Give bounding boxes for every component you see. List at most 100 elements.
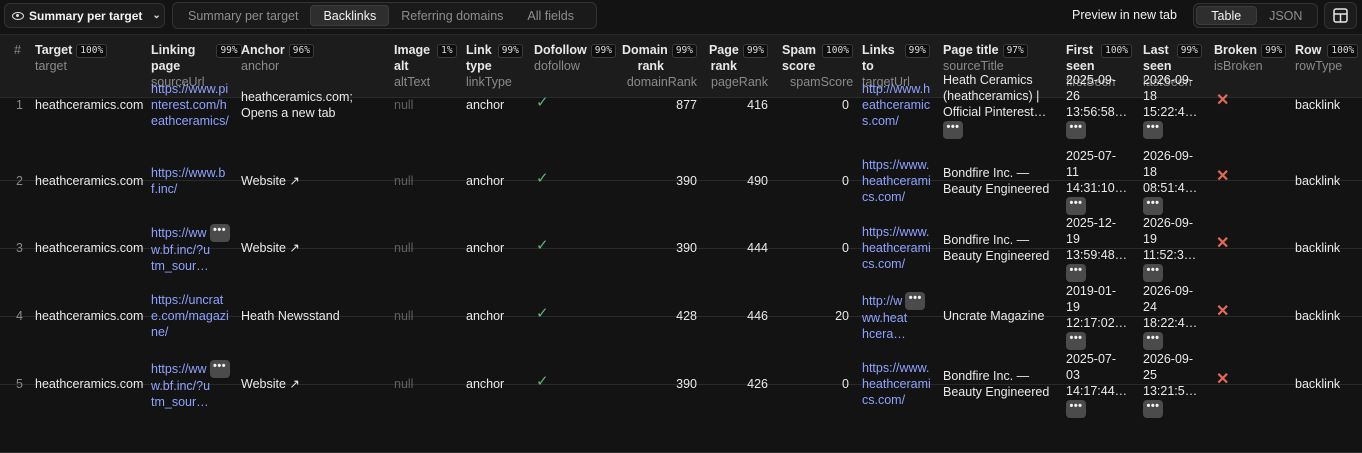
page-rank-cell: 490 <box>704 173 768 189</box>
row-type-cell-line: backlink <box>1295 241 1341 255</box>
check-icon: ✓ <box>536 238 549 254</box>
ellipsis-icon[interactable]: ••• <box>1143 120 1163 139</box>
check-icon: ✓ <box>536 171 549 187</box>
table-view-button[interactable]: Table <box>1196 6 1257 25</box>
first-seen-cell: 2019-01- 19 12:17:02… ••• <box>1066 283 1127 350</box>
first-seen-cell-line: 14:17:44… <box>1066 383 1128 398</box>
ellipsis-icon[interactable]: ••• <box>209 224 230 242</box>
spam-score-cell-line: 0 <box>842 98 849 112</box>
column-header-page-title[interactable]: Page title 97% sourceTitle <box>943 42 1028 74</box>
column-header-dofollow[interactable]: Dofollow 99% dofollow <box>534 42 616 74</box>
target-cell-line: heathceramics.com <box>35 309 144 323</box>
summary-per-target-dropdown[interactable]: Summary per target ⌄ <box>4 3 165 28</box>
anchor-cell: heathceramics.com; Opens a new tab <box>241 89 353 121</box>
linking-page-link[interactable]: https://ww ••• w.bf.inc/?u tm_sour… <box>151 360 230 410</box>
cross-icon-line: ✕ <box>1216 303 1230 320</box>
ellipsis-icon[interactable]: ••• <box>1066 196 1086 215</box>
linking-page-link-line: nterest.com/h <box>151 98 227 112</box>
eye-icon <box>12 11 24 20</box>
layout-toggle-button[interactable] <box>1324 2 1357 29</box>
first-seen-cell: 2025-07- 03 14:17:44… ••• <box>1066 351 1127 418</box>
check-icon-line: ✓ <box>536 237 549 254</box>
ellipsis-icon[interactable]: ••• <box>1066 120 1086 139</box>
tab-backlinks[interactable]: Backlinks <box>310 5 390 26</box>
link-type-cell: anchor <box>466 240 504 256</box>
links-to-link-line: eathceramic <box>862 98 931 112</box>
column-header-row-type[interactable]: Row 100% rowType <box>1295 42 1359 74</box>
linking-page-link-line: https://ww ••• <box>151 224 230 242</box>
domain-rank-cell-line: 390 <box>676 174 697 188</box>
page-title-cell-line: (heathceramics) | <box>943 88 1040 103</box>
ellipsis-icon[interactable]: ••• <box>1143 263 1163 282</box>
links-to-link[interactable]: https://www. heathcerami cs.com/ <box>862 360 931 408</box>
links-to-link[interactable]: https://www. heathcerami cs.com/ <box>862 157 931 205</box>
image-alt-cell-line: null <box>394 241 414 255</box>
json-view-button[interactable]: JSON <box>1257 6 1316 25</box>
ellipsis-icon[interactable]: ••• <box>1066 331 1086 350</box>
row-index-line: 3 <box>16 241 23 255</box>
first-seen-cell-line: 14:31:10… <box>1066 180 1128 195</box>
column-header-image-alt[interactable]: Image 1% alt altText <box>394 42 457 90</box>
column-header-broken[interactable]: Broken 99% isBroken <box>1214 42 1287 74</box>
first-seen-cell: 2025-09- 26 13:56:58… ••• <box>1066 72 1127 139</box>
linking-page-link[interactable]: https://www.b f.inc/ <box>151 165 225 197</box>
target-cell: heathceramics.com <box>35 173 143 189</box>
view-tabs: Summary per target Backlinks Referring d… <box>172 2 597 29</box>
summary-dropdown-label: Summary per target <box>29 8 143 23</box>
link-type-cell-line: anchor <box>466 241 505 255</box>
tab-referring-domains[interactable]: Referring domains <box>389 5 515 26</box>
ellipsis-icon[interactable]: ••• <box>905 292 926 310</box>
image-alt-cell-line: null <box>394 309 414 323</box>
check-icon-line: ✓ <box>536 305 549 322</box>
ellipsis-icon[interactable]: ••• <box>1143 399 1163 418</box>
linking-page-link[interactable]: https://ww ••• w.bf.inc/?u tm_sour… <box>151 224 230 274</box>
linking-page-link-line: https://www.b <box>151 166 226 180</box>
image-alt-cell-line: null <box>394 98 414 112</box>
page-title-cell: Uncrate Magazine <box>943 308 1044 324</box>
row-type-cell-line: backlink <box>1295 309 1341 323</box>
backlinks-table: # Target 100% target Linking 99% page sour… <box>0 34 1362 453</box>
row-index: 2 <box>16 173 23 189</box>
first-seen-cell-line: 12:17:02… <box>1066 315 1128 330</box>
link-type-cell: anchor <box>466 376 504 392</box>
column-header-domain-rank[interactable]: Domain 99% rank domainRank <box>620 42 697 90</box>
ellipsis-icon[interactable]: ••• <box>1066 399 1086 418</box>
page-title-cell-line: Official Pinterest… <box>943 104 1047 119</box>
first-seen-cell: 2025-12- 19 13:59:48… ••• <box>1066 215 1127 282</box>
tab-all-fields[interactable]: All fields <box>515 5 586 26</box>
column-header-page-rank[interactable]: Page 99% rank pageRank <box>704 42 768 90</box>
column-header-anchor[interactable]: Anchor 96% anchor <box>241 42 314 74</box>
last-seen-cell-line: 18:22:4… <box>1143 315 1198 330</box>
links-to-link-line: https://www. <box>862 225 930 239</box>
linking-page-link[interactable]: https://uncrat e.com/magazi ne/ <box>151 292 229 340</box>
links-to-link-line: cs.com/ <box>862 257 906 271</box>
link-type-cell-line: anchor <box>466 174 505 188</box>
links-to-link[interactable]: http://w ••• ww.heat hcera… <box>862 292 926 342</box>
row-index: 4 <box>16 308 23 324</box>
row-type-cell: backlink <box>1295 376 1340 392</box>
ellipsis-icon[interactable]: ••• <box>1143 331 1163 350</box>
tab-summary-per-target[interactable]: Summary per target <box>176 5 310 26</box>
last-seen-cell: 2026-09- 24 18:22:4… ••• <box>1143 283 1197 350</box>
links-to-link[interactable]: http://www.h eathceramic s.com/ <box>862 81 930 129</box>
table-row[interactable]: 5 heathceramics.com https://ww ••• w.bf.inc/… <box>0 352 1362 453</box>
ellipsis-icon[interactable]: ••• <box>1066 263 1086 282</box>
ellipsis-icon[interactable]: ••• <box>943 120 963 139</box>
links-to-link[interactable]: https://www. heathcerami cs.com/ <box>862 224 931 272</box>
row-type-cell: backlink <box>1295 240 1340 256</box>
row-type-cell-line: backlink <box>1295 174 1341 188</box>
linking-page-link[interactable]: https://www.pi nterest.com/h eathceramics/ <box>151 81 229 129</box>
linking-page-link-line: ne/ <box>151 325 169 339</box>
column-header-link-type[interactable]: Link 99% type linkType <box>466 42 523 90</box>
row-type-cell: backlink <box>1295 173 1340 189</box>
links-to-link-line: https://www. <box>862 361 930 375</box>
preview-in-new-tab-link[interactable]: Preview in new tab <box>1072 8 1177 22</box>
ellipsis-icon[interactable]: ••• <box>209 360 230 378</box>
column-header-spam-score[interactable]: Spam 100% score spamScore <box>782 42 853 90</box>
last-seen-cell-line: 15:22:4… <box>1143 104 1198 119</box>
first-seen-cell-line: 11 <box>1066 164 1079 179</box>
column-header-target[interactable]: Target 100% target <box>35 42 108 74</box>
ellipsis-icon[interactable]: ••• <box>1143 196 1163 215</box>
column-header-index: # <box>14 43 21 57</box>
domain-rank-cell-line: 428 <box>676 309 697 323</box>
